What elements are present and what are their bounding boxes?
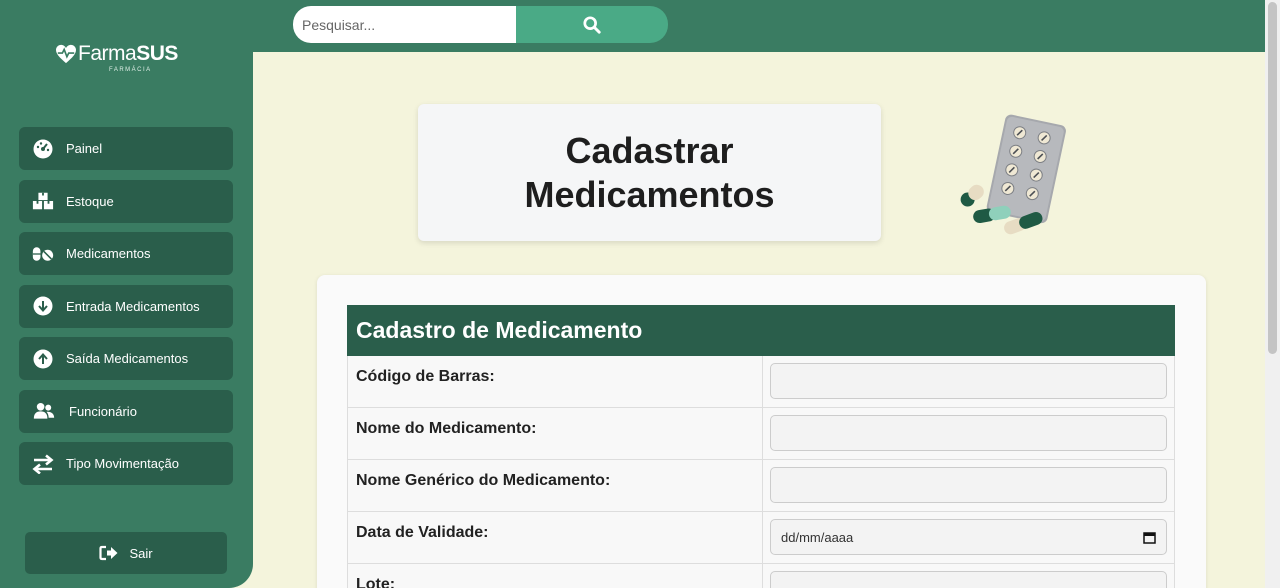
sidebar-item-medicamentos[interactable]: Medicamentos [19, 232, 233, 275]
form-card: Cadastro de Medicamento Código de Barras… [317, 275, 1206, 588]
medicine-illustration [960, 114, 1066, 235]
page-title-card: Cadastrar Medicamentos [418, 104, 881, 241]
search-input[interactable] [293, 6, 516, 43]
page-title: Cadastrar Medicamentos [524, 129, 775, 215]
field-label: Nome do Medicamento: [348, 408, 763, 459]
sidebar-nav: Painel Estoque Medicamentos Entrada Medi… [19, 127, 233, 495]
swap-arrows-icon [32, 453, 54, 475]
logo-text: FarmaSUS [78, 42, 178, 66]
search-icon [583, 15, 601, 34]
sidebar: FarmaSUS FARMÁCIA Painel Estoque Medicam… [0, 0, 253, 588]
sidebar-item-saida[interactable]: Saída Medicamentos [19, 337, 233, 380]
sidebar-item-label: Entrada Medicamentos [66, 298, 200, 314]
barcode-input[interactable] [770, 363, 1167, 399]
sidebar-item-label: Estoque [66, 193, 114, 209]
logout-button[interactable]: Sair [25, 532, 227, 574]
medication-form: Cadastro de Medicamento Código de Barras… [347, 305, 1175, 588]
field-label: Data de Validade: [348, 512, 763, 563]
generic-name-input[interactable] [770, 467, 1167, 503]
sidebar-item-painel[interactable]: Painel [19, 127, 233, 170]
sidebar-item-label: Medicamentos [66, 246, 151, 261]
sign-out-icon [99, 545, 118, 561]
form-row-data-validade: Data de Validade: dd/mm/aaaa [347, 512, 1175, 564]
logo-subtitle: FARMÁCIA [109, 67, 152, 73]
calendar-icon[interactable] [1143, 531, 1156, 544]
logo: FarmaSUS FARMÁCIA [55, 42, 178, 73]
field-label: Lote: [348, 564, 763, 588]
form-row-codigo-barras: Código de Barras: [347, 356, 1175, 408]
form-heading: Cadastro de Medicamento [347, 305, 1175, 356]
expiry-date-input[interactable]: dd/mm/aaaa [770, 519, 1167, 555]
field-label: Nome Genérico do Medicamento: [348, 460, 763, 511]
users-icon [33, 400, 55, 422]
sidebar-item-label: Painel [66, 141, 103, 156]
search-bar [293, 6, 668, 43]
search-button[interactable] [516, 6, 668, 43]
pills-icon [32, 243, 54, 265]
heart-pulse-icon [56, 44, 76, 64]
logout-label: Sair [129, 545, 153, 561]
field-label: Código de Barras: [348, 356, 763, 407]
arrow-down-circle-icon [32, 295, 54, 317]
sidebar-item-estoque[interactable]: Estoque [19, 179, 233, 223]
sidebar-item-funcionario[interactable]: Funcionário [19, 389, 233, 433]
sidebar-item-label: Funcionário [69, 403, 137, 419]
boxes-icon [32, 190, 54, 212]
sidebar-item-entrada[interactable]: Entrada Medicamentos [19, 284, 233, 328]
logo-brand-light: Farma [78, 42, 137, 65]
sidebar-item-tipo-movimentacao[interactable]: Tipo Movimentação [19, 442, 233, 485]
date-placeholder: dd/mm/aaaa [781, 529, 854, 545]
logo-brand-bold: SUS [136, 42, 178, 65]
sidebar-item-label: Saída Medicamentos [66, 351, 189, 366]
scrollbar-thumb[interactable] [1268, 2, 1277, 354]
sidebar-item-label: Tipo Movimentação [66, 456, 179, 471]
form-row-nome: Nome do Medicamento: [347, 408, 1175, 460]
dashboard-icon [32, 138, 54, 160]
batch-input[interactable] [770, 571, 1167, 588]
form-row-nome-generico: Nome Genérico do Medicamento: [347, 460, 1175, 512]
medication-name-input[interactable] [770, 415, 1167, 451]
arrow-up-circle-icon [32, 348, 54, 370]
scrollbar[interactable] [1265, 0, 1280, 588]
form-row-lote: Lote: [347, 564, 1175, 588]
